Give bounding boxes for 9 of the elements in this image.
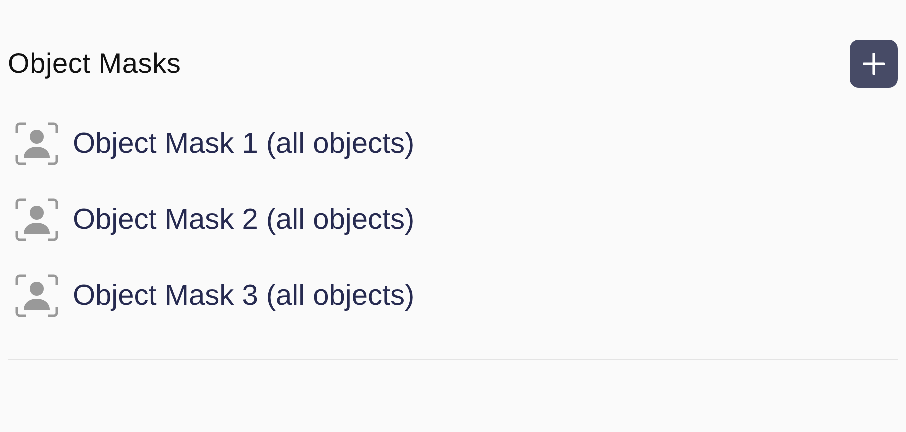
mask-label[interactable]: Object Mask 1 (all objects)	[73, 128, 415, 160]
person-frame-icon	[15, 274, 59, 318]
plus-icon	[863, 53, 885, 75]
person-frame-icon	[15, 198, 59, 242]
add-button[interactable]	[850, 40, 898, 88]
mask-label[interactable]: Object Mask 2 (all objects)	[73, 204, 415, 236]
mask-label[interactable]: Object Mask 3 (all objects)	[73, 280, 415, 312]
section-title: Object Masks	[8, 48, 182, 80]
person-frame-icon	[15, 122, 59, 166]
